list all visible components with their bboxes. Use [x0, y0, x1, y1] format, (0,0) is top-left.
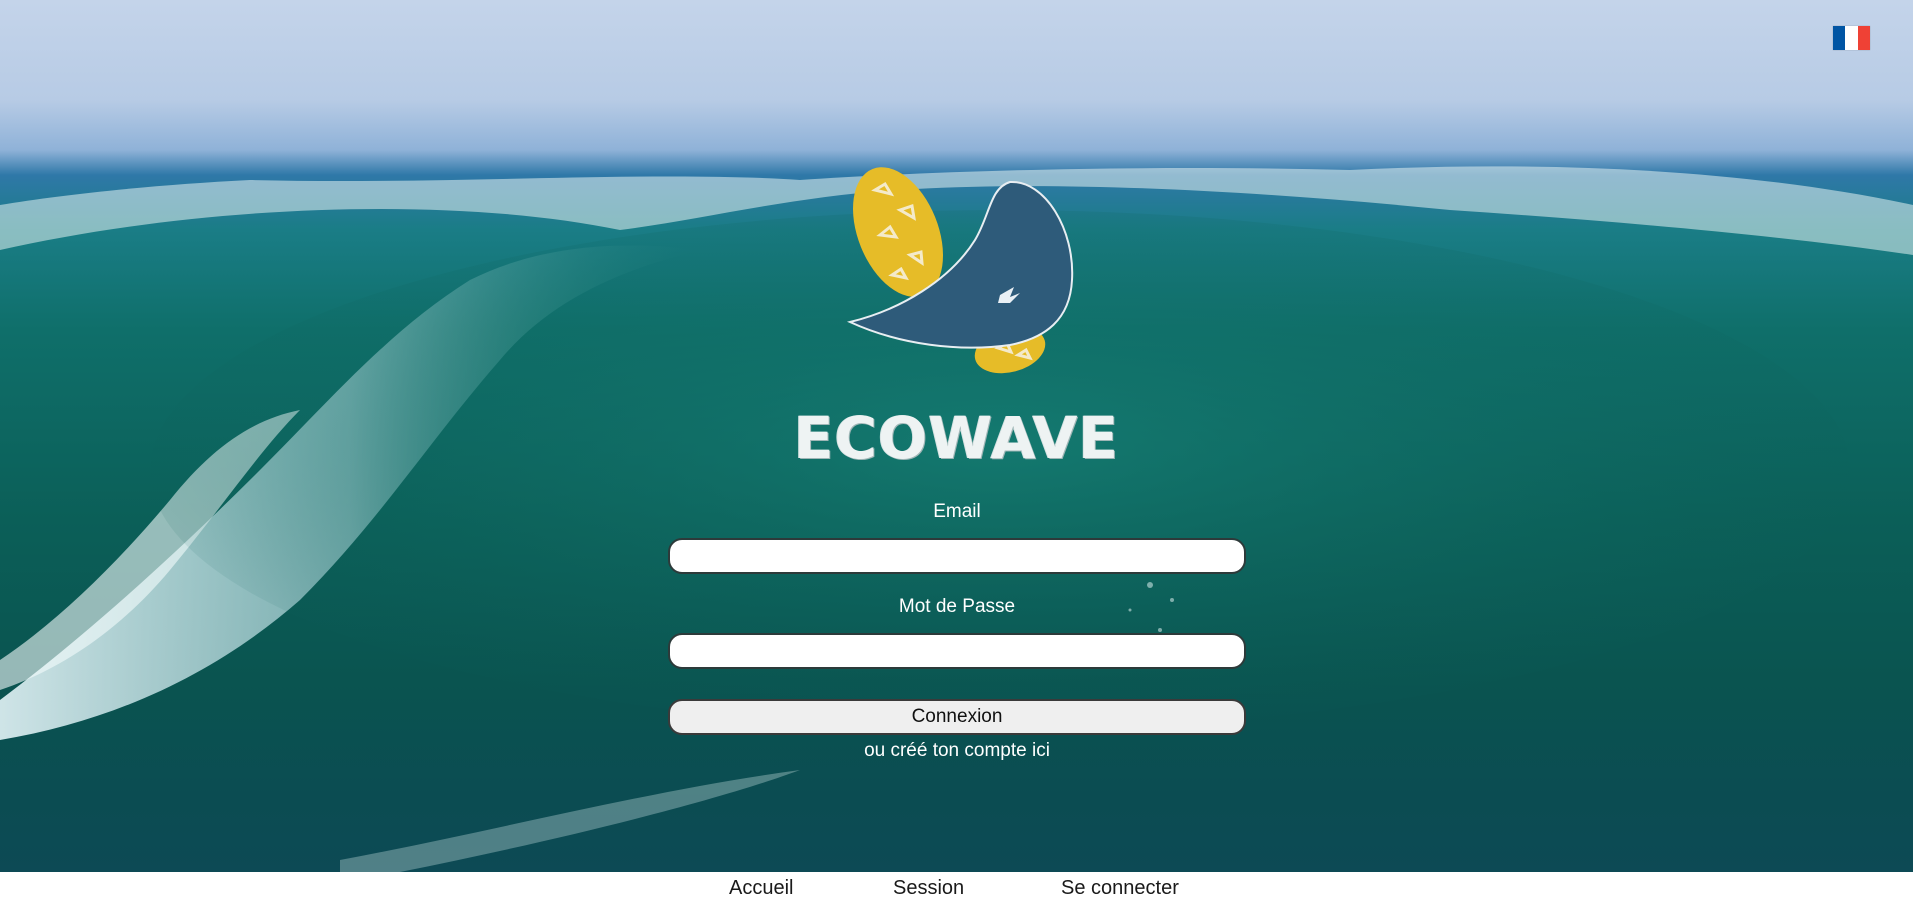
nav-item-accueil[interactable]: Accueil: [729, 875, 793, 901]
password-field[interactable]: [668, 633, 1246, 669]
email-field[interactable]: [668, 538, 1246, 574]
nav-item-se-connecter[interactable]: Se connecter: [1061, 875, 1179, 901]
flag-stripe-red: [1857, 26, 1870, 50]
brand-title: ECOWAVE: [793, 404, 1120, 472]
flag-stripe-white: [1845, 26, 1858, 50]
email-label: Email: [933, 501, 981, 522]
flag-stripe-blue: [1833, 26, 1846, 50]
footer-nav: Accueil Session Se connecter: [0, 872, 1913, 901]
ecowave-logo: [840, 160, 1080, 380]
connexion-button[interactable]: Connexion: [668, 699, 1246, 735]
hero-background: ECOWAVE Email Mot de Passe Connexion ou …: [0, 0, 1913, 872]
nav-item-session[interactable]: Session: [893, 875, 964, 901]
password-label: Mot de Passe: [898, 596, 1016, 617]
login-form: Email Mot de Passe Connexion ou créé ton…: [668, 500, 1246, 763]
language-flag-icon[interactable]: [1833, 26, 1870, 50]
create-account-link[interactable]: ou créé ton compte ici: [668, 739, 1246, 763]
surfboards-logo-icon: [846, 167, 1074, 374]
